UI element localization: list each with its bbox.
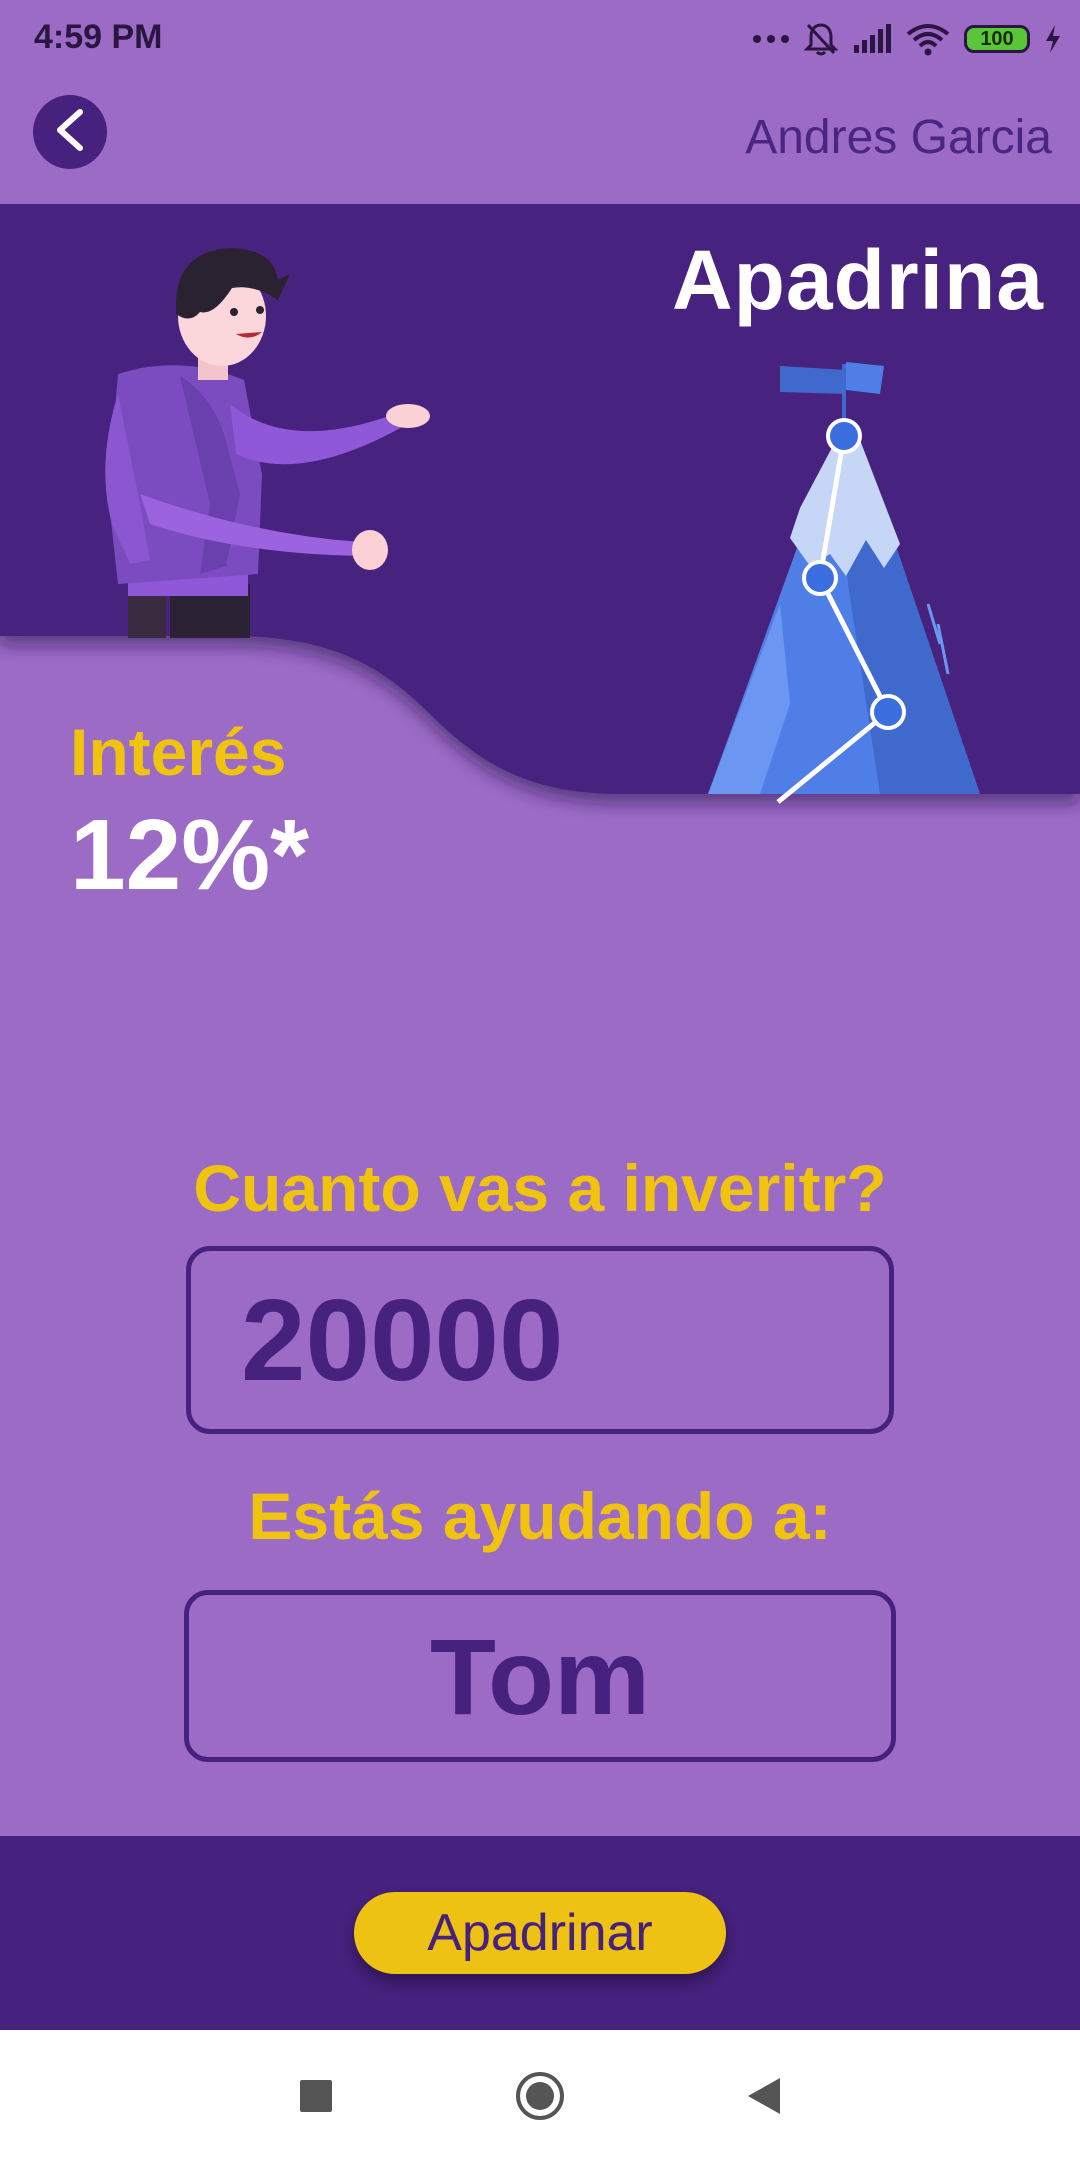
wifi-icon xyxy=(906,22,950,56)
investment-question: Cuanto vas a inveritr? xyxy=(193,1151,887,1225)
status-icons: 100 xyxy=(752,14,1062,64)
bell-muted-icon xyxy=(804,21,838,57)
apadrinar-button[interactable]: Apadrinar xyxy=(354,1892,726,1974)
amount-input[interactable]: 20000 xyxy=(186,1246,894,1434)
charging-icon xyxy=(1044,24,1062,54)
interest-value: 12%* xyxy=(70,799,310,911)
helping-label: Estás ayudando a: xyxy=(248,1479,832,1553)
more-dots-icon xyxy=(752,33,790,45)
interest-label: Interés xyxy=(70,715,287,789)
recipient-name: Tom xyxy=(430,1615,650,1737)
signal-icon xyxy=(852,23,892,55)
back-triangle-icon[interactable] xyxy=(738,2070,790,2122)
home-circle-icon[interactable] xyxy=(514,2070,566,2122)
status-time: 4:59 PM xyxy=(34,18,163,56)
battery-icon: 100 xyxy=(964,25,1030,53)
recents-square-icon[interactable] xyxy=(290,2070,342,2122)
user-name: Andres Garcia xyxy=(745,111,1052,164)
chevron-left-icon xyxy=(50,108,90,157)
recipient-field: Tom xyxy=(184,1590,896,1762)
amount-value: 20000 xyxy=(241,1275,564,1405)
hero-title: Apadrina xyxy=(671,233,1044,327)
back-button[interactable] xyxy=(33,95,107,169)
